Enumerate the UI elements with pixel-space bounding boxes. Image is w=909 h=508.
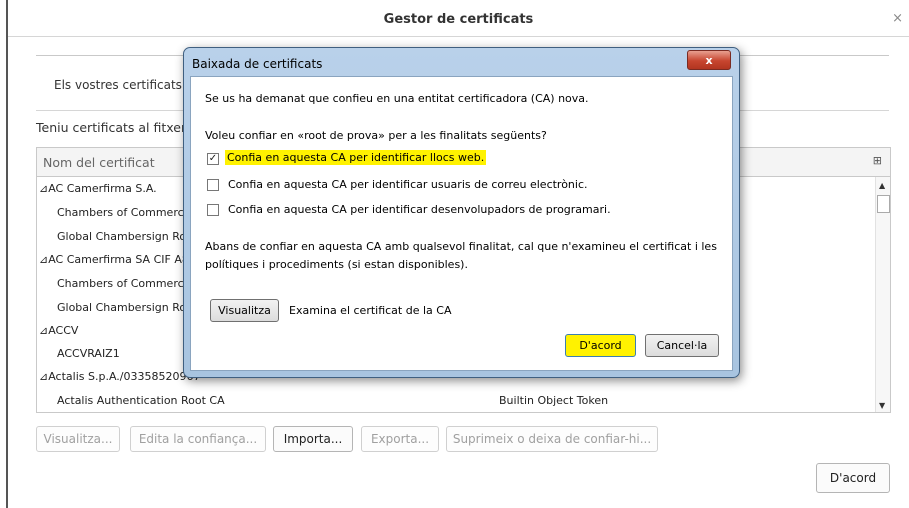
- dialog-ok-button[interactable]: D'acord: [565, 334, 636, 357]
- export-button[interactable]: Exporta...: [361, 426, 439, 452]
- dialog-line-2: Voleu confiar en «root de prova» per a l…: [205, 129, 547, 142]
- tree-row-label: Chambers of Commerce: [57, 206, 191, 219]
- tree-row-label: ⊿ACCV: [39, 324, 79, 337]
- intro-text: Teniu certificats al fitxer q: [36, 120, 198, 135]
- tree-row-token: Builtin Object Token: [499, 394, 609, 407]
- tab-label: Els vostres certificats: [54, 78, 182, 92]
- close-icon: x: [705, 53, 713, 67]
- tree-row[interactable]: Actalis Authentication Root CA Builtin O…: [57, 394, 857, 412]
- trust-websites-checkbox[interactable]: ✓: [207, 153, 219, 165]
- tree-row-label: Global Chambersign Roo: [57, 230, 193, 243]
- main-ok-button[interactable]: D'acord: [816, 463, 890, 493]
- view-button-label: Visualitza...: [43, 432, 113, 446]
- dialog-cancel-button[interactable]: Cancel·la: [645, 334, 719, 357]
- trust-email-checkbox[interactable]: [207, 179, 219, 191]
- tree-row-label: Actalis Authentication Root CA: [57, 394, 225, 407]
- dialog-note-line-2: polítiques i procediments (si estan disp…: [205, 258, 468, 271]
- view-ca-description: Examina el certificat de la CA: [289, 304, 452, 317]
- tree-row-label: ACCVRAIZ1: [57, 347, 120, 360]
- tree-row-label: ⊿AC Camerfirma S.A.: [39, 182, 157, 195]
- dialog-title: Baixada de certificats: [192, 57, 323, 71]
- import-label: Importa...: [283, 432, 343, 446]
- column-header-name[interactable]: Nom del certificat: [43, 155, 155, 170]
- trust-websites-text: Confia en aquesta CA per identificar llo…: [225, 150, 487, 165]
- dialog-ok-label: D'acord: [579, 339, 622, 352]
- trust-developers-label[interactable]: Confia en aquesta CA per identificar des…: [228, 203, 611, 216]
- window-title: Gestor de certificats: [383, 12, 534, 27]
- close-icon[interactable]: ×: [892, 11, 903, 26]
- view-button[interactable]: Visualitza...: [36, 426, 120, 452]
- scroll-down-arrow-icon[interactable]: ▼: [879, 401, 885, 410]
- delete-distrust-button[interactable]: Suprimeix o deixa de confiar-hi...: [446, 426, 658, 452]
- tree-row-label: ⊿Actalis S.p.A./03358520967: [39, 370, 201, 383]
- scroll-thumb[interactable]: [877, 195, 890, 213]
- edit-trust-label: Edita la confiança...: [138, 432, 258, 446]
- tree-row-label: Global Chambersign Roo: [57, 301, 193, 314]
- checkmark-icon: ✓: [208, 153, 218, 164]
- tree-row-label: Chambers of Commerce: [57, 277, 191, 290]
- tree-scrollbar[interactable]: ▲ ▼: [875, 177, 890, 412]
- dialog-close-button[interactable]: x: [687, 50, 731, 70]
- delete-label: Suprimeix o deixa de confiar-hi...: [452, 432, 652, 446]
- dialog-note-line-1: Abans de confiar en aquesta CA amb quals…: [205, 240, 717, 253]
- view-ca-button[interactable]: Visualitza: [210, 299, 279, 322]
- edit-trust-button[interactable]: Edita la confiança...: [130, 426, 266, 452]
- tree-row-label: ⊿AC Camerfirma SA CIF A82: [39, 253, 196, 266]
- download-certificate-dialog: Baixada de certificats x Se us ha demana…: [183, 47, 740, 378]
- export-label: Exporta...: [370, 432, 430, 446]
- trust-email-label[interactable]: Confia en aquesta CA per identificar usu…: [228, 178, 588, 191]
- scroll-up-arrow-icon[interactable]: ▲: [879, 181, 885, 190]
- title-bar: Gestor de certificats ×: [8, 0, 909, 37]
- left-window-edge: [0, 0, 8, 508]
- trust-developers-checkbox[interactable]: [207, 204, 219, 216]
- column-picker-icon[interactable]: ⊞: [873, 154, 882, 167]
- trust-websites-label[interactable]: Confia en aquesta CA per identificar llo…: [225, 150, 487, 165]
- dialog-line-1: Se us ha demanat que confieu en una enti…: [205, 92, 589, 105]
- main-ok-label: D'acord: [829, 471, 877, 485]
- import-button[interactable]: Importa...: [273, 426, 353, 452]
- tab-your-certificates[interactable]: Els vostres certificats: [36, 56, 187, 110]
- dialog-body: Se us ha demanat que confieu en una enti…: [190, 76, 733, 371]
- dialog-cancel-label: Cancel·la: [656, 339, 708, 352]
- view-ca-label: Visualitza: [218, 304, 271, 317]
